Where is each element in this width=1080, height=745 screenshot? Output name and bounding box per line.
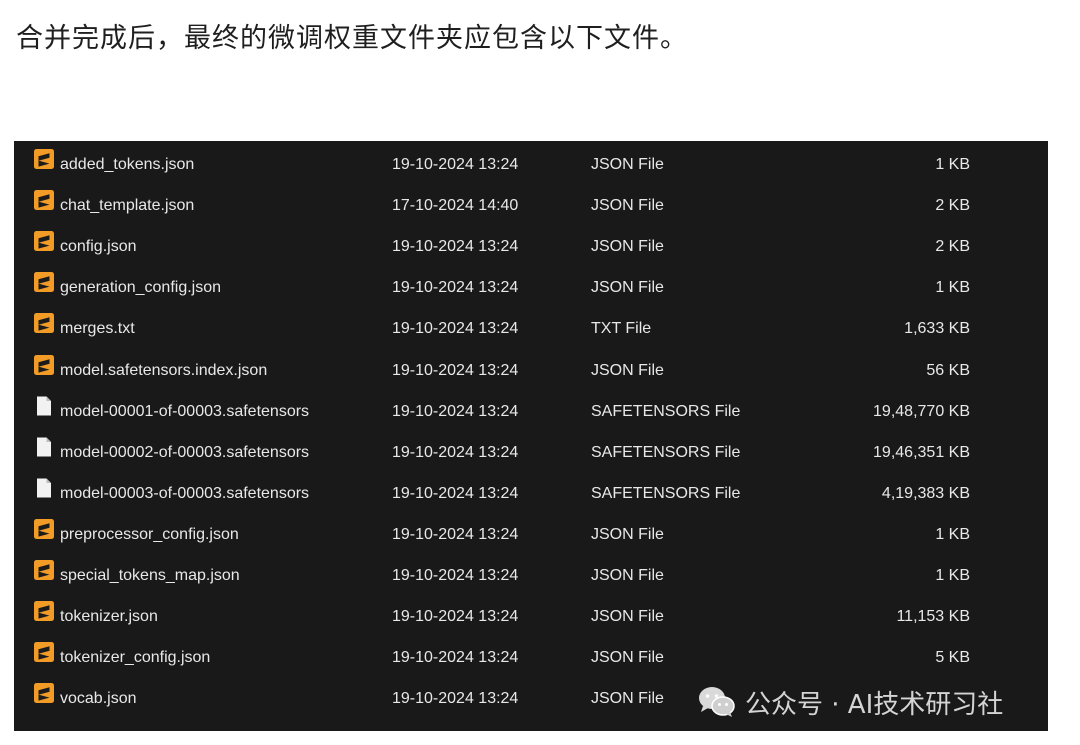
- file-row[interactable]: model-00002-of-00003.safetensors 19-10-20…: [14, 432, 1048, 473]
- sublime-text-icon: [34, 267, 54, 293]
- sublime-text-icon: [34, 555, 54, 580]
- file-date-modified: 19-10-2024 13:24: [392, 443, 519, 461]
- file-size: 1 KB: [935, 525, 970, 543]
- file-type: JSON File: [591, 649, 664, 667]
- file-size: 4,19,383 KB: [881, 484, 970, 502]
- file-icon: [34, 432, 54, 457]
- file-row[interactable]: chat_template.json 17-10-2024 14:40 JSON F…: [14, 185, 1048, 226]
- file-size: 19,48,770 KB: [873, 402, 970, 420]
- sublime-text-icon: [34, 350, 54, 375]
- wechat-icon: [699, 687, 735, 717]
- file-row[interactable]: added_tokens.json 19-10-2024 13:24 JSON Fi…: [14, 144, 1048, 185]
- sublime-text-icon: [34, 678, 54, 704]
- file-type: JSON File: [591, 197, 664, 215]
- file-name: merges.txt: [60, 320, 135, 338]
- file-row[interactable]: generation_config.json 19-10-2024 13:24 JS…: [14, 267, 1048, 308]
- watermark-text: 公众号 · AI技术研习社: [745, 689, 1004, 720]
- file-name: model-00003-of-00003.safetensors: [60, 484, 310, 502]
- file-name: vocab.json: [60, 690, 137, 708]
- sublime-text-icon: [34, 226, 54, 252]
- file-size: 1 KB: [935, 567, 970, 584]
- file-size: 2 KB: [935, 238, 970, 256]
- file-type: TXT File: [591, 320, 652, 338]
- file-type: JSON File: [591, 279, 664, 297]
- file-name: chat_template.json: [60, 197, 195, 215]
- file-date-modified: 19-10-2024 13:24: [392, 690, 519, 708]
- file-type: JSON File: [591, 525, 664, 543]
- file-row[interactable]: special_tokens_map.json 19-10-2024 13:24 J…: [14, 555, 1048, 596]
- file-name: generation_config.json: [60, 279, 222, 297]
- file-name: preprocessor_config.json: [60, 525, 239, 543]
- file-date-modified: 19-10-2024 13:24: [392, 484, 519, 502]
- file-date-modified: 19-10-2024 13:24: [392, 608, 519, 626]
- file-size: 19,46,351 KB: [873, 443, 970, 461]
- file-date-modified: 19-10-2024 13:24: [392, 320, 519, 338]
- file-name: special_tokens_map.json: [60, 567, 240, 584]
- sublime-text-icon: [34, 144, 54, 169]
- file-list: added_tokens.json 19-10-2024 13:24 JSON Fi…: [14, 141, 1048, 731]
- file-date-modified: 19-10-2024 13:24: [392, 649, 519, 667]
- file-date-modified: 19-10-2024 13:24: [392, 567, 519, 584]
- file-name: tokenizer_config.json: [60, 649, 211, 667]
- file-name: tokenizer.json: [60, 608, 158, 626]
- file-size: 56 KB: [926, 361, 970, 379]
- sublime-text-icon: [34, 514, 54, 539]
- sublime-text-icon: [34, 596, 54, 622]
- file-name: config.json: [60, 238, 137, 256]
- file-size: 1 KB: [935, 156, 970, 173]
- file-name: model.safetensors.index.json: [60, 361, 268, 379]
- file-name: added_tokens.json: [60, 156, 195, 173]
- watermark: 公众号 · AI技术研习社: [697, 680, 1003, 724]
- file-date-modified: 19-10-2024 13:24: [392, 238, 519, 256]
- file-type: JSON File: [591, 156, 664, 173]
- sublime-text-icon: [34, 308, 54, 334]
- sublime-text-icon: [34, 185, 54, 211]
- file-date-modified: 19-10-2024 13:24: [392, 279, 519, 297]
- file-icon: [34, 391, 54, 416]
- file-row[interactable]: preprocessor_config.json 19-10-2024 13:24…: [14, 514, 1048, 555]
- file-size: 2 KB: [935, 197, 970, 215]
- file-date-modified: 19-10-2024 13:24: [392, 156, 519, 173]
- file-type: SAFETENSORS File: [591, 484, 741, 502]
- file-type: JSON File: [591, 361, 664, 379]
- file-row[interactable]: model-00003-of-00003.safetensors 19-10-20…: [14, 473, 1048, 514]
- file-row[interactable]: merges.txt 19-10-2024 13:24 TXT File 1,633 …: [14, 308, 1048, 349]
- file-type: SAFETENSORS File: [591, 443, 741, 461]
- file-name: model-00002-of-00003.safetensors: [60, 443, 310, 461]
- file-date-modified: 17-10-2024 14:40: [392, 197, 519, 215]
- page-heading: 合并完成后，最终的微调权重文件夹应包含以下文件。: [16, 23, 688, 54]
- file-row[interactable]: config.json 19-10-2024 13:24 JSON File 2 KB: [14, 226, 1048, 267]
- file-date-modified: 19-10-2024 13:24: [392, 402, 519, 420]
- file-date-modified: 19-10-2024 13:24: [392, 525, 519, 543]
- file-type: JSON File: [591, 238, 664, 256]
- file-icon: [34, 473, 54, 498]
- file-row[interactable]: model.safetensors.index.json 19-10-2024 1…: [14, 350, 1048, 391]
- file-type: JSON File: [591, 567, 664, 584]
- file-size: 1,633 KB: [904, 320, 970, 338]
- file-type: SAFETENSORS File: [591, 402, 741, 420]
- file-type: JSON File: [591, 608, 664, 626]
- file-size: 5 KB: [935, 649, 970, 667]
- file-type: JSON File: [591, 690, 664, 708]
- sublime-text-icon: [34, 637, 54, 663]
- file-row[interactable]: tokenizer.json 19-10-2024 13:24 JSON File 1…: [14, 596, 1048, 637]
- file-size: 1 KB: [935, 279, 970, 297]
- file-name: model-00001-of-00003.safetensors: [60, 402, 310, 420]
- file-row[interactable]: model-00001-of-00003.safetensors 19-10-20…: [14, 391, 1048, 432]
- file-size: 11,153 KB: [896, 608, 970, 626]
- file-row[interactable]: tokenizer_config.json 19-10-2024 13:24 JSO…: [14, 637, 1048, 678]
- file-date-modified: 19-10-2024 13:24: [392, 361, 519, 379]
